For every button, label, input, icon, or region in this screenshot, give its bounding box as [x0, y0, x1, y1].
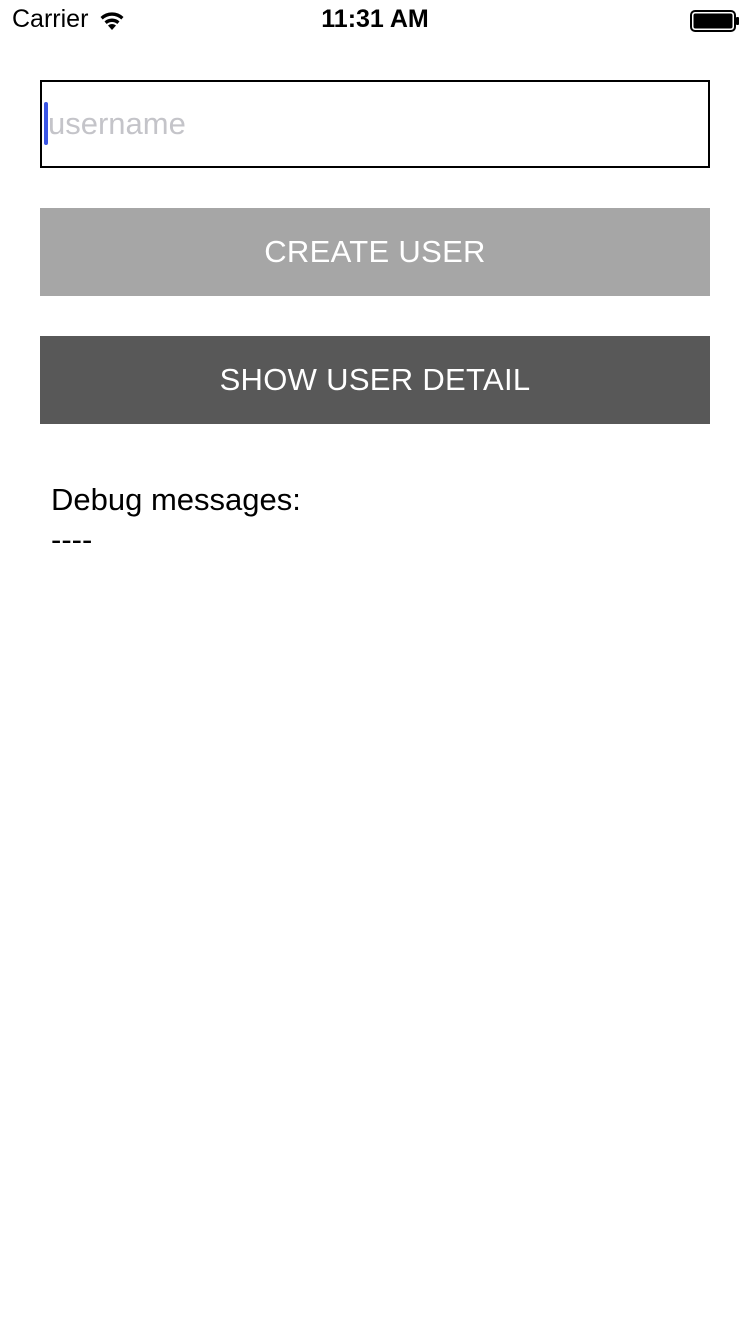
username-field[interactable] [40, 80, 710, 168]
battery-full-icon [690, 10, 739, 32]
show-user-detail-button[interactable]: SHOW USER DETAIL [40, 336, 710, 424]
app-screen: Carrier 11:31 AM CREATE USER SHOW USER D… [0, 0, 750, 1334]
username-input[interactable] [42, 82, 708, 166]
debug-title: Debug messages: [51, 482, 301, 517]
text-cursor [44, 102, 48, 145]
status-bar: Carrier 11:31 AM [0, 0, 750, 40]
debug-messages: Debug messages: ---- [51, 480, 301, 560]
create-user-button[interactable]: CREATE USER [40, 208, 710, 296]
create-user-label: CREATE USER [264, 234, 486, 269]
show-user-detail-label: SHOW USER DETAIL [219, 362, 531, 397]
status-time: 11:31 AM [321, 5, 429, 33]
debug-separator: ---- [51, 522, 93, 557]
